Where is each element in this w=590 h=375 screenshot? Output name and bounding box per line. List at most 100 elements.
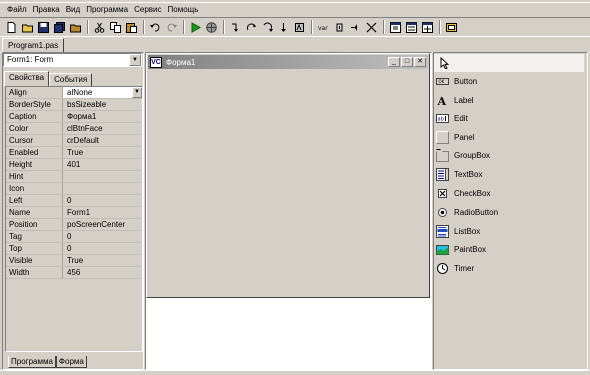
undo-icon[interactable] bbox=[148, 20, 162, 34]
palette-item-button[interactable]: OK Button bbox=[436, 72, 584, 90]
menu-edit[interactable]: Правка bbox=[30, 3, 63, 17]
save-all-icon[interactable] bbox=[52, 20, 66, 34]
palette-item-label[interactable]: A Label bbox=[436, 91, 584, 109]
property-value[interactable]: True bbox=[63, 255, 142, 266]
close-icon[interactable]: ✕ bbox=[414, 57, 426, 67]
property-row[interactable]: Position poScreenCenter bbox=[6, 219, 142, 231]
property-row[interactable]: Left 0 bbox=[6, 195, 142, 207]
run-icon[interactable] bbox=[188, 20, 202, 34]
reset-icon[interactable] bbox=[292, 20, 306, 34]
property-row[interactable]: Cursor crDefault bbox=[6, 135, 142, 147]
copy-icon[interactable] bbox=[108, 20, 122, 34]
palette-item-listbox[interactable]: ListBox bbox=[436, 222, 584, 240]
palette-item-paintbox[interactable]: PaintBox bbox=[436, 240, 584, 258]
new-file-icon[interactable] bbox=[4, 20, 18, 34]
property-row[interactable]: Width 456 bbox=[6, 267, 142, 279]
property-value[interactable]: 0 bbox=[63, 195, 142, 206]
toolbar: var bbox=[0, 17, 590, 37]
menu-tools[interactable]: Сервис bbox=[131, 3, 164, 17]
property-row[interactable]: Name Form1 bbox=[6, 207, 142, 219]
property-value[interactable] bbox=[63, 183, 142, 194]
run-to-cursor-icon[interactable] bbox=[276, 20, 290, 34]
palette-item-groupbox[interactable]: GroupBox bbox=[436, 146, 584, 164]
chevron-down-icon[interactable]: ▼ bbox=[132, 87, 142, 98]
property-row-align[interactable]: Align alNone ▼ bbox=[6, 87, 142, 99]
property-value[interactable]: Форма1 bbox=[63, 111, 142, 122]
property-value[interactable]: Form1 bbox=[63, 207, 142, 218]
step-out-icon[interactable] bbox=[260, 20, 274, 34]
property-value[interactable]: 456 bbox=[63, 267, 142, 278]
property-row[interactable]: Enabled True bbox=[6, 147, 142, 159]
watch-icon[interactable]: var bbox=[316, 20, 330, 34]
clear-icon[interactable] bbox=[364, 20, 378, 34]
globe-icon[interactable] bbox=[204, 20, 218, 34]
property-row[interactable]: BorderStyle bsSizeable bbox=[6, 99, 142, 111]
property-row[interactable]: Caption Форма1 bbox=[6, 111, 142, 123]
menu-view[interactable]: Вид bbox=[63, 3, 83, 17]
menu-help[interactable]: Помощь bbox=[165, 3, 202, 17]
redo-icon[interactable] bbox=[164, 20, 178, 34]
paste-icon[interactable] bbox=[124, 20, 138, 34]
save-icon[interactable] bbox=[36, 20, 50, 34]
editor-tab-row: Program1.pas bbox=[0, 37, 590, 53]
object-select-value: Form1: Form bbox=[7, 55, 54, 64]
menu-file[interactable]: Файл bbox=[4, 3, 30, 17]
property-name: Caption bbox=[6, 111, 63, 122]
palette-item-timer[interactable]: Timer bbox=[436, 259, 584, 277]
palette-item-panel[interactable]: Panel bbox=[436, 128, 584, 146]
form-title-bar[interactable]: VC Форма1 _ □ ✕ bbox=[148, 55, 428, 69]
property-grid: Align alNone ▼ BorderStyle bsSizeable Capt… bbox=[5, 86, 143, 352]
palette-item-radiobutton[interactable]: RadioButton bbox=[436, 203, 584, 221]
menu-bar: Файл Правка Вид Программа Сервис Помощь bbox=[0, 3, 590, 17]
checkbox-icon bbox=[436, 187, 449, 200]
palette-item-label: GroupBox bbox=[454, 150, 491, 160]
minimize-icon[interactable]: _ bbox=[388, 57, 400, 67]
palette-item-textbox[interactable]: TextBox bbox=[436, 165, 584, 183]
stop-icon[interactable] bbox=[348, 20, 362, 34]
window-c-icon[interactable] bbox=[420, 20, 434, 34]
cut-icon[interactable] bbox=[92, 20, 106, 34]
property-row[interactable]: Tag 0 bbox=[6, 231, 142, 243]
property-value[interactable]: clBtnFace bbox=[63, 123, 142, 134]
palette-item-label: Timer bbox=[454, 263, 475, 273]
property-value[interactable] bbox=[63, 171, 142, 182]
palette-item-checkbox[interactable]: CheckBox bbox=[436, 184, 584, 202]
property-value[interactable]: 401 bbox=[63, 159, 142, 170]
maximize-icon[interactable]: □ bbox=[401, 57, 413, 67]
tab-events[interactable]: События bbox=[49, 73, 93, 86]
property-row[interactable]: Color clBtnFace bbox=[6, 123, 142, 135]
property-value[interactable]: 0 bbox=[63, 231, 142, 242]
tab-program1[interactable]: Program1.pas bbox=[2, 38, 65, 53]
designed-form[interactable] bbox=[146, 53, 430, 298]
menu-program[interactable]: Программа bbox=[83, 3, 131, 17]
property-row[interactable]: Height 401 bbox=[6, 159, 142, 171]
property-value[interactable]: poScreenCenter bbox=[63, 219, 142, 230]
property-row[interactable]: Hint bbox=[6, 171, 142, 183]
palette-pointer[interactable] bbox=[434, 54, 584, 72]
property-row[interactable]: Icon bbox=[6, 183, 142, 195]
property-value[interactable]: alNone ▼ bbox=[63, 87, 142, 98]
object-select[interactable]: Form1: Form ▼ bbox=[3, 53, 142, 67]
window-b-icon[interactable] bbox=[404, 20, 418, 34]
breakpoint-icon[interactable] bbox=[332, 20, 346, 34]
tab-form[interactable]: Форма bbox=[55, 356, 87, 368]
radiobutton-icon bbox=[436, 206, 449, 219]
property-value[interactable]: crDefault bbox=[63, 135, 142, 146]
property-value[interactable]: bsSizeable bbox=[63, 99, 142, 110]
property-row[interactable]: Visible True bbox=[6, 255, 142, 267]
open-icon[interactable] bbox=[20, 20, 34, 34]
step-into-icon[interactable] bbox=[228, 20, 242, 34]
property-value[interactable]: 0 bbox=[63, 243, 142, 254]
form-icon[interactable] bbox=[444, 20, 458, 34]
window-a-icon[interactable] bbox=[388, 20, 402, 34]
property-row[interactable]: Top 0 bbox=[6, 243, 142, 255]
tab-program[interactable]: Программа bbox=[8, 356, 56, 368]
tab-properties[interactable]: Свойства bbox=[4, 71, 50, 86]
palette-item-edit[interactable]: ab Edit bbox=[436, 109, 584, 127]
chevron-down-icon[interactable]: ▼ bbox=[129, 54, 141, 66]
toolbar-separator bbox=[383, 20, 385, 34]
close-file-icon[interactable] bbox=[68, 20, 82, 34]
step-over-icon[interactable] bbox=[244, 20, 258, 34]
property-name: Enabled bbox=[6, 147, 63, 158]
property-value[interactable]: True bbox=[63, 147, 142, 158]
